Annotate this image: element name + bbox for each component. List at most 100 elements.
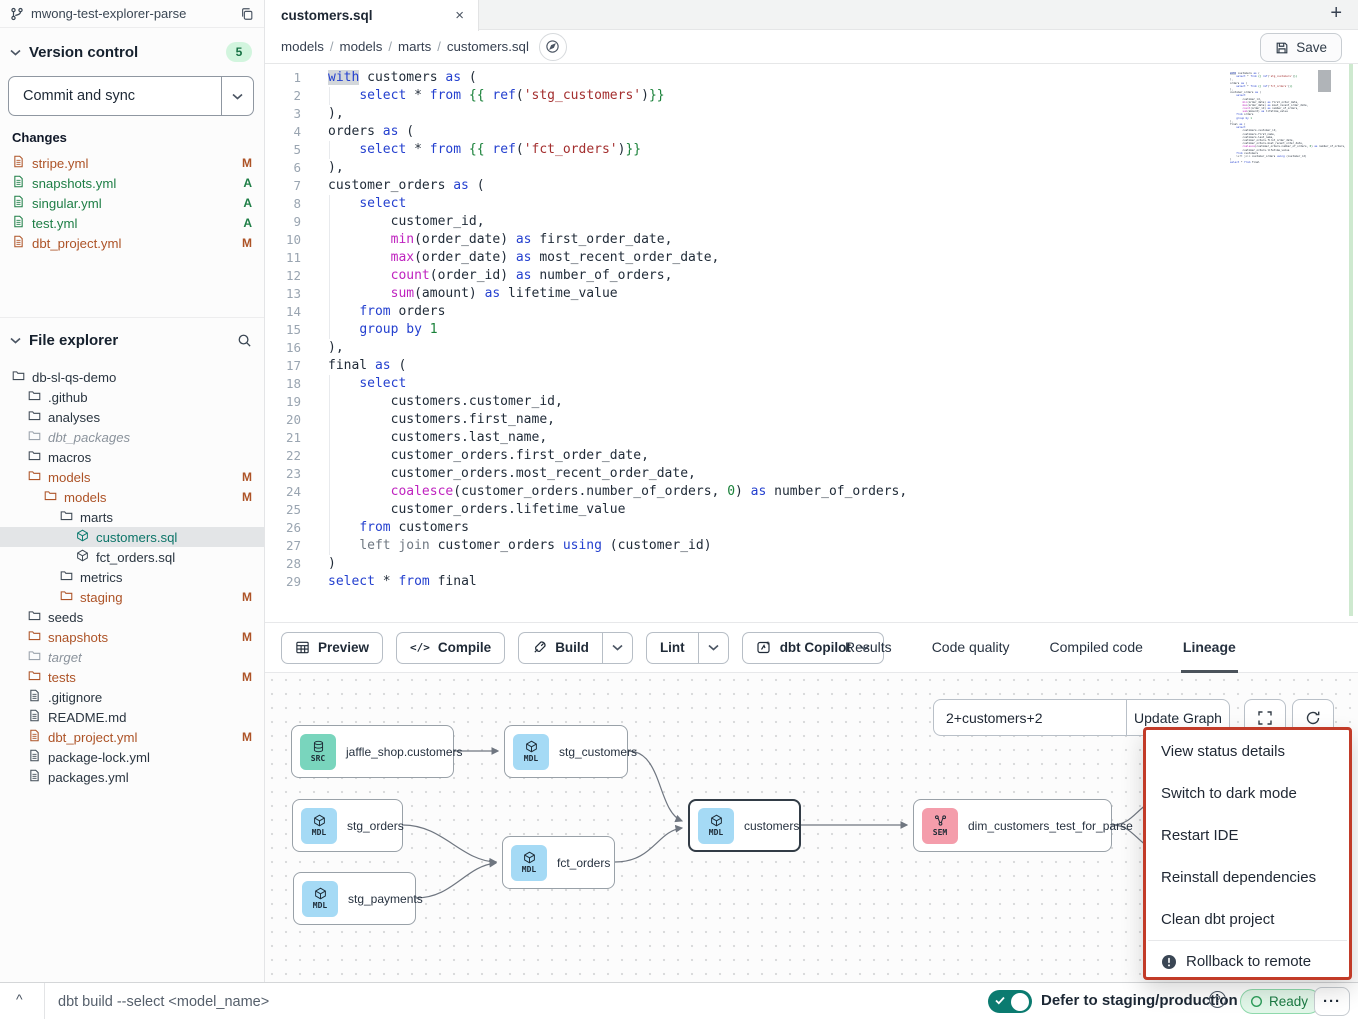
lineage-node-stg-orders[interactable]: MDL stg_orders <box>292 799 403 852</box>
lineage-selector-input[interactable] <box>934 700 1126 735</box>
copy-icon[interactable] <box>240 7 254 21</box>
code-line[interactable]: 9 customer_id, <box>265 213 1358 231</box>
tree-item-customers.sql[interactable]: customers.sql <box>0 527 264 547</box>
search-icon[interactable] <box>237 333 252 348</box>
change-item-singular.yml[interactable]: singular.yml A <box>0 193 264 213</box>
lineage-node-fct-orders[interactable]: MDL fct_orders <box>502 836 615 889</box>
code-line[interactable]: 16), <box>265 339 1358 357</box>
code-line[interactable]: 18 select <box>265 375 1358 393</box>
breadcrumb-item[interactable]: models <box>281 39 324 54</box>
code-line[interactable]: 29select * from final <box>265 573 1358 591</box>
code-line[interactable]: 3), <box>265 105 1358 123</box>
lint-button[interactable]: Lint <box>647 633 698 663</box>
code-editor[interactable]: 1with customers as (2 select * from {{ r… <box>265 64 1358 622</box>
code-line[interactable]: 10 min(order_date) as first_order_date, <box>265 231 1358 249</box>
compile-button[interactable]: </> Compile <box>396 632 505 664</box>
preview-button[interactable]: Preview <box>281 632 383 664</box>
compass-icon[interactable] <box>539 33 567 61</box>
code-line[interactable]: 1with customers as ( <box>265 69 1358 87</box>
tree-item-analyses[interactable]: analyses <box>0 407 264 427</box>
code-line[interactable]: 27 left join customer_orders using (cust… <box>265 537 1358 555</box>
tree-item-seeds[interactable]: seeds <box>0 607 264 627</box>
menu-item-reinstall-dependencies[interactable]: Reinstall dependencies <box>1146 856 1349 898</box>
tree-item-package-lock.yml[interactable]: package-lock.yml <box>0 747 264 767</box>
defer-toggle[interactable] <box>988 990 1032 1013</box>
commit-and-sync-button[interactable]: Commit and sync <box>9 77 221 115</box>
lineage-node-dim-customers-test-for-parse[interactable]: SEM dim_customers_test_for_parse <box>913 799 1112 852</box>
code-line[interactable]: 26 from customers <box>265 519 1358 537</box>
tree-item-metrics[interactable]: metrics <box>0 567 264 587</box>
chevron-down-icon[interactable] <box>10 49 21 56</box>
tree-item-marts[interactable]: marts <box>0 507 264 527</box>
tab-lineage[interactable]: Lineage <box>1181 623 1238 673</box>
code-line[interactable]: 15 group by 1 <box>265 321 1358 339</box>
tree-item-staging[interactable]: staging M <box>0 587 264 607</box>
code-line[interactable]: 13 sum(amount) as lifetime_value <box>265 285 1358 303</box>
code-line[interactable]: 23 customer_orders.most_recent_order_dat… <box>265 465 1358 483</box>
code-line[interactable]: 12 count(order_id) as number_of_orders, <box>265 267 1358 285</box>
editor-scrollbar[interactable] <box>1318 70 1331 92</box>
code-line[interactable]: 14 from orders <box>265 303 1358 321</box>
tree-item-dbt_project.yml[interactable]: dbt_project.yml M <box>0 727 264 747</box>
tree-item-.gitignore[interactable]: .gitignore <box>0 687 264 707</box>
build-button[interactable]: Build <box>519 633 602 663</box>
menu-item-clean-dbt-project[interactable]: Clean dbt project <box>1146 898 1349 940</box>
command-input[interactable] <box>50 983 650 1019</box>
lineage-node-stg-payments[interactable]: MDL stg_payments <box>293 872 416 925</box>
tree-item-db-sl-qs-demo[interactable]: db-sl-qs-demo <box>0 367 264 387</box>
code-line[interactable]: 20 customers.first_name, <box>265 411 1358 429</box>
expand-terminal-button[interactable]: ^ <box>16 991 23 1007</box>
change-item-test.yml[interactable]: test.yml A <box>0 213 264 233</box>
tab-code-quality[interactable]: Code quality <box>930 623 1012 673</box>
commit-options-caret[interactable] <box>221 77 253 115</box>
menu-item-restart-ide[interactable]: Restart IDE <box>1146 814 1349 856</box>
change-item-snapshots.yml[interactable]: snapshots.yml A <box>0 173 264 193</box>
lint-options-caret[interactable] <box>698 633 728 663</box>
breadcrumb-item[interactable]: customers.sql <box>447 39 529 54</box>
code-line[interactable]: 8 select <box>265 195 1358 213</box>
code-line[interactable]: 22 customer_orders.first_order_date, <box>265 447 1358 465</box>
new-tab-button[interactable]: + <box>1330 2 1342 25</box>
code-line[interactable]: 17final as ( <box>265 357 1358 375</box>
lineage-node-stg-customers[interactable]: MDL stg_customers <box>504 725 628 778</box>
save-button[interactable]: Save <box>1260 33 1342 62</box>
menu-item-switch-to-dark-mode[interactable]: Switch to dark mode <box>1146 772 1349 814</box>
code-line[interactable]: 5 select * from {{ ref('fct_orders')}} <box>265 141 1358 159</box>
tree-item-target[interactable]: target <box>0 647 264 667</box>
breadcrumb-item[interactable]: models <box>340 39 383 54</box>
code-line[interactable]: 7customer_orders as ( <box>265 177 1358 195</box>
lineage-node-customers[interactable]: MDL customers <box>688 799 801 852</box>
tree-item-macros[interactable]: macros <box>0 447 264 467</box>
code-line[interactable]: 4orders as ( <box>265 123 1358 141</box>
menu-item-rollback-to-remote[interactable]: Rollback to remote <box>1146 941 1349 982</box>
code-line[interactable]: 19 customers.customer_id, <box>265 393 1358 411</box>
code-line[interactable]: 6), <box>265 159 1358 177</box>
code-line[interactable]: 21 customers.last_name, <box>265 429 1358 447</box>
code-line[interactable]: 11 max(order_date) as most_recent_order_… <box>265 249 1358 267</box>
tree-item-README.md[interactable]: README.md <box>0 707 264 727</box>
tree-item-packages.yml[interactable]: packages.yml <box>0 767 264 787</box>
tree-item-dbt_packages[interactable]: dbt_packages <box>0 427 264 447</box>
change-item-dbt_project.yml[interactable]: dbt_project.yml M <box>0 233 264 253</box>
code-line[interactable]: 25 customer_orders.lifetime_value <box>265 501 1358 519</box>
more-options-button[interactable]: ··· <box>1314 987 1350 1016</box>
tab-customers-sql[interactable]: customers.sql × <box>265 0 479 31</box>
code-line[interactable]: 28) <box>265 555 1358 573</box>
code-line[interactable]: 2 select * from {{ ref('stg_customers')}… <box>265 87 1358 105</box>
change-item-stripe.yml[interactable]: stripe.yml M <box>0 153 264 173</box>
tree-item-fct_orders.sql[interactable]: fct_orders.sql <box>0 547 264 567</box>
tree-item-snapshots[interactable]: snapshots M <box>0 627 264 647</box>
tree-item-models[interactable]: models M <box>0 487 264 507</box>
tab-compiled-code[interactable]: Compiled code <box>1048 623 1145 673</box>
code-line[interactable]: 24 coalesce(customer_orders.number_of_or… <box>265 483 1358 501</box>
breadcrumb-item[interactable]: marts <box>398 39 431 54</box>
tree-item-.github[interactable]: .github <box>0 387 264 407</box>
tree-item-models[interactable]: models M <box>0 467 264 487</box>
tab-results[interactable]: Results <box>843 623 894 673</box>
tree-item-tests[interactable]: tests M <box>0 667 264 687</box>
menu-item-view-status-details[interactable]: View status details <box>1146 730 1349 772</box>
lineage-node-jaffle-shop-customers[interactable]: SRC jaffle_shop.customers <box>291 725 454 778</box>
build-options-caret[interactable] <box>602 633 632 663</box>
chevron-down-icon[interactable] <box>10 337 21 344</box>
help-icon[interactable]: ? <box>1209 991 1226 1008</box>
